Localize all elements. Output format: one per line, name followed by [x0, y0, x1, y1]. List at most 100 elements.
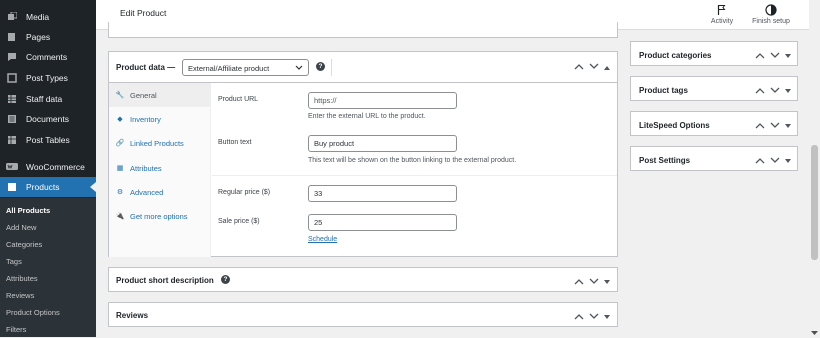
woocommerce-icon [6, 162, 18, 172]
sidebar-item-woocommerce[interactable]: WooCommerce [0, 157, 96, 177]
button-text-label: Button text [218, 139, 252, 146]
sidebar-item-post-tables[interactable]: Post Tables [0, 130, 96, 150]
box-controls [574, 62, 610, 72]
tab-attributes[interactable]: ▦ Attributes [109, 156, 211, 180]
tab-get-more-options[interactable]: 🔌 Get more options [109, 204, 211, 228]
regular-price-input[interactable] [308, 185, 457, 202]
tab-inventory[interactable]: ◆ Inventory [109, 107, 211, 131]
toggle-panel-icon[interactable] [604, 62, 610, 72]
box-controls [755, 86, 791, 96]
move-up-icon[interactable] [574, 312, 584, 322]
short-description-title: Product short description [116, 276, 214, 285]
box-title: Product tags [639, 86, 688, 95]
sidebar-item-label: Post Types [26, 73, 68, 83]
product-data-panel: Product data — External/Affiliate produc… [108, 51, 618, 257]
move-up-icon[interactable] [755, 156, 765, 166]
submenu-item-filters[interactable]: Filters [6, 325, 26, 334]
tab-advanced[interactable]: ⚙ Advanced [109, 180, 211, 204]
submenu-item-attributes[interactable]: Attributes [6, 274, 38, 283]
activity-button[interactable]: Activity [700, 3, 744, 25]
move-up-icon[interactable] [574, 62, 584, 72]
tab-general[interactable]: 🔧 General [109, 83, 211, 107]
move-down-icon[interactable] [589, 312, 599, 322]
table-icon: ▦ [116, 165, 124, 172]
sidebar-item-products[interactable]: Products [0, 177, 96, 197]
submenu-item-categories[interactable]: Categories [6, 240, 42, 249]
sale-price-input[interactable] [308, 214, 457, 231]
sidebar-item-pages[interactable]: Pages [0, 27, 96, 47]
move-up-icon[interactable] [755, 121, 765, 131]
product-url-input[interactable] [308, 92, 457, 109]
box-controls [574, 312, 610, 322]
page-title: Edit Product [120, 8, 167, 18]
move-down-icon[interactable] [770, 156, 780, 166]
reviews-title: Reviews [116, 311, 149, 320]
move-down-icon[interactable] [589, 62, 599, 72]
help-icon[interactable]: ? [316, 62, 325, 71]
product-data-tabs: 🔧 General ◆ Inventory 🔗 Linked Products ▦ At… [109, 83, 211, 257]
tab-linked-products[interactable]: 🔗 Linked Products [109, 131, 211, 155]
product-type-value: External/Affiliate product [188, 64, 270, 73]
sidebar-item-label: Media [26, 12, 50, 22]
move-up-icon[interactable] [574, 277, 584, 287]
help-icon[interactable]: ? [221, 275, 230, 284]
wrench-icon: 🔧 [115, 92, 125, 99]
progress-circle-icon [746, 3, 796, 16]
admin-sidebar: Media Pages Comments Post Types Staff da… [0, 0, 96, 337]
move-up-icon[interactable] [755, 51, 765, 61]
sidebar-item-label: WooCommerce [26, 162, 85, 172]
tab-label: Get more options [130, 211, 188, 221]
box-controls [755, 121, 791, 131]
tab-label: Attributes [130, 163, 162, 173]
move-down-icon[interactable] [770, 86, 780, 96]
submenu-item-product-options[interactable]: Product Options [6, 308, 60, 317]
regular-price-label: Regular price ($) [218, 189, 271, 196]
submenu-item-reviews[interactable]: Reviews [6, 291, 34, 300]
post-types-icon [6, 73, 18, 83]
submenu-item-add-new[interactable]: Add New [6, 223, 36, 232]
comments-icon [6, 52, 18, 62]
toggle-panel-icon[interactable] [604, 312, 610, 322]
toggle-panel-icon[interactable] [604, 277, 610, 287]
box-controls [755, 156, 791, 166]
toggle-panel-icon[interactable] [785, 156, 791, 166]
submenu-item-all-products[interactable]: All Products [6, 206, 50, 215]
scrollbar-track[interactable] [809, 0, 820, 337]
sidebar-item-staff-data[interactable]: Staff data [0, 89, 96, 109]
box-title: LiteSpeed Options [639, 121, 710, 130]
finish-setup-label: Finish setup [752, 18, 790, 25]
short-description-panel: Product short description ? [108, 267, 618, 292]
sidebar-item-media[interactable]: Media [0, 7, 96, 27]
reviews-panel: Reviews [108, 302, 618, 327]
move-up-icon[interactable] [755, 86, 765, 96]
product-url-label: Product URL [218, 96, 259, 103]
toggle-panel-icon[interactable] [785, 51, 791, 61]
post-settings-box: Post Settings [630, 146, 798, 171]
finish-setup-button[interactable]: Finish setup [746, 3, 796, 25]
sidebar-item-label: Documents [26, 114, 69, 124]
toggle-panel-icon[interactable] [785, 121, 791, 131]
sidebar-item-label: Pages [26, 32, 51, 42]
product-data-header: Product data — External/Affiliate produc… [109, 52, 617, 83]
move-down-icon[interactable] [770, 51, 780, 61]
tag-icon: ◆ [117, 116, 123, 123]
submenu-item-tags[interactable]: Tags [6, 257, 22, 266]
products-submenu: All Products Add New Categories Tags Att… [0, 198, 96, 337]
toggle-panel-icon[interactable] [785, 86, 791, 96]
move-down-icon[interactable] [770, 121, 780, 131]
schedule-link[interactable]: Schedule [308, 236, 337, 243]
sidebar-item-post-types[interactable]: Post Types [0, 68, 96, 88]
box-title: Post Settings [639, 156, 691, 165]
sidebar-item-documents[interactable]: Documents [0, 109, 96, 129]
chevron-down-icon [295, 64, 303, 73]
sidebar-item-comments[interactable]: Comments [0, 47, 96, 67]
product-categories-box: Product categories [630, 41, 798, 66]
scrollbar-thumb[interactable] [811, 145, 818, 260]
sidebar-item-label: Staff data [26, 94, 63, 104]
product-type-select[interactable]: External/Affiliate product [182, 59, 309, 76]
tab-label: Advanced [130, 187, 164, 197]
button-text-input[interactable] [308, 135, 457, 152]
move-down-icon[interactable] [589, 277, 599, 287]
section-divider [212, 175, 617, 176]
sale-price-label: Sale price ($) [218, 218, 260, 225]
